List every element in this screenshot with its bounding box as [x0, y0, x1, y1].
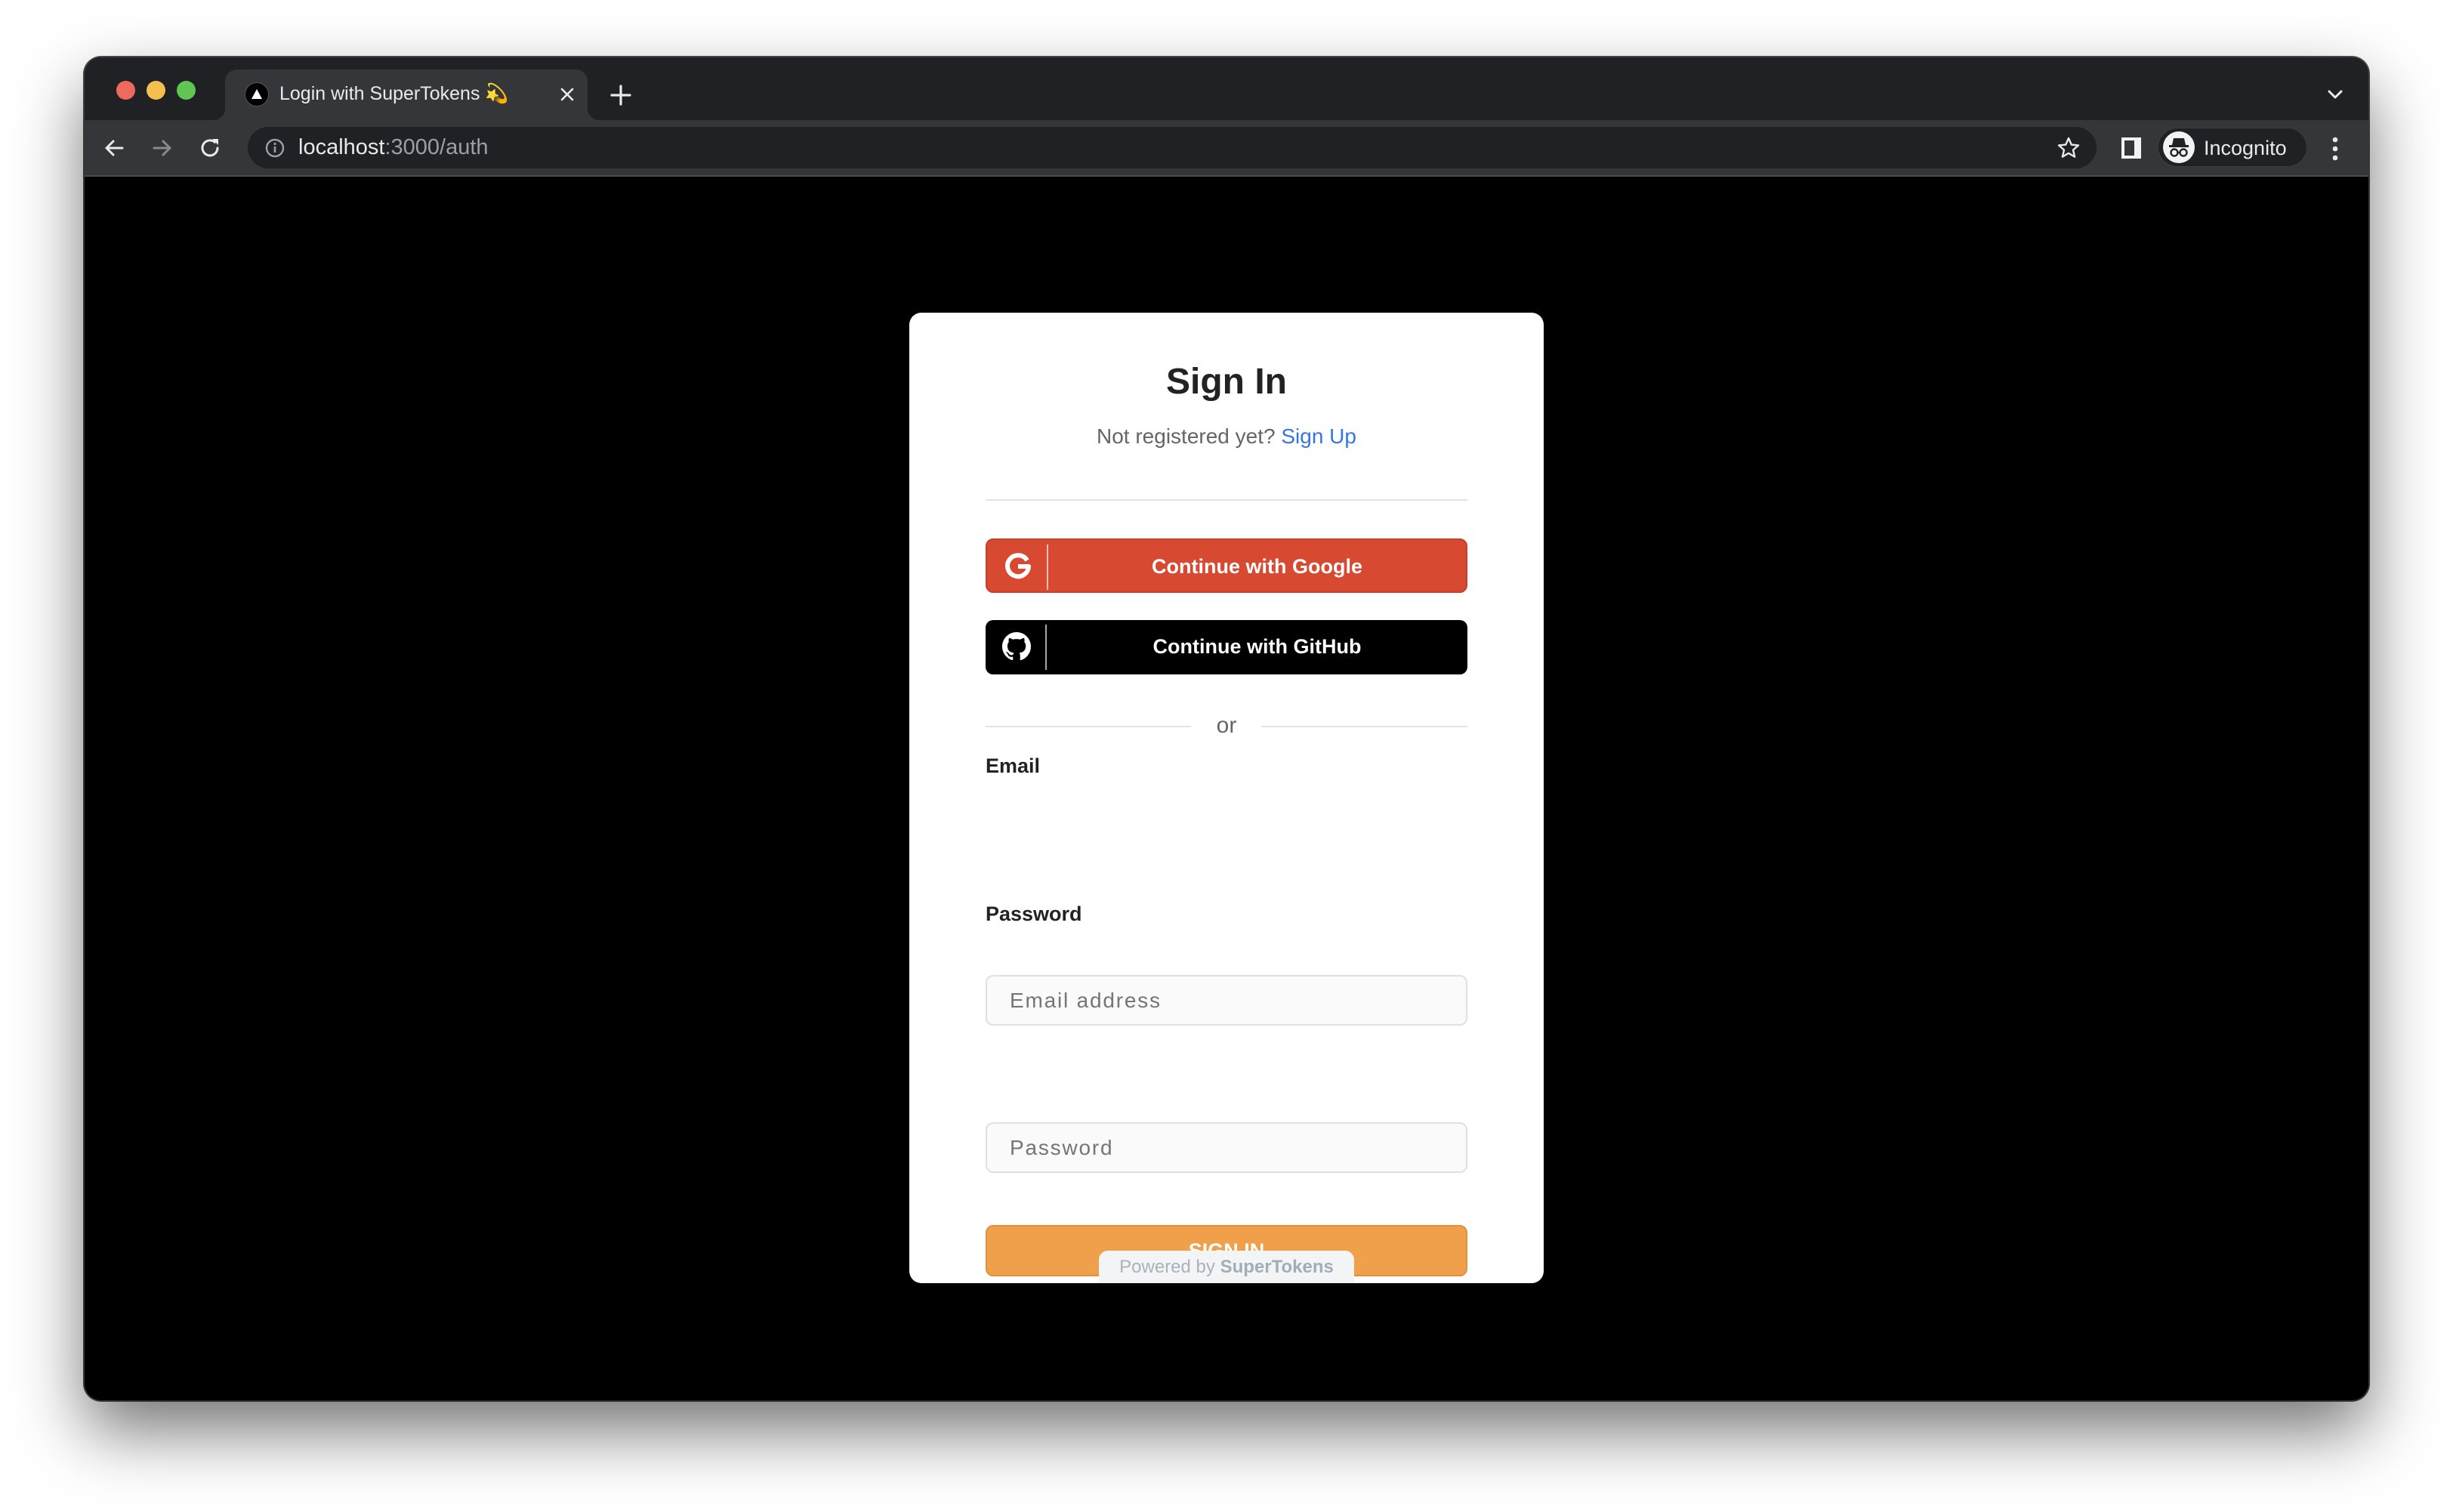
password-label: Password — [986, 903, 1082, 925]
info-icon[interactable] — [264, 137, 285, 159]
powered-by-brand: SuperTokens — [1220, 1257, 1334, 1277]
close-window-button[interactable] — [116, 81, 135, 100]
profile-button[interactable]: Incognito — [2158, 128, 2307, 167]
profile-label: Incognito — [2204, 137, 2287, 159]
reload-icon[interactable] — [198, 135, 224, 161]
incognito-icon — [2163, 131, 2195, 163]
email-label: Email — [986, 754, 1041, 777]
url-text[interactable]: localhost:3000/auth — [298, 135, 489, 160]
page-viewport: Sign In Not registered yet? Sign Up Cont… — [85, 177, 2368, 1400]
chevron-down-icon[interactable] — [2325, 88, 2346, 103]
maximize-window-button[interactable] — [177, 81, 196, 100]
kebab-menu-icon[interactable] — [2328, 135, 2343, 162]
arrow-right-icon[interactable] — [150, 135, 175, 161]
tab-strip: Login with SuperTokens 💫 — [85, 57, 2368, 120]
close-tab-icon[interactable] — [557, 85, 577, 104]
tab-title: Login with SuperTokens 💫 — [279, 83, 509, 104]
email-input[interactable] — [986, 975, 1467, 1026]
header-divider — [986, 499, 1467, 501]
browser-toolbar: localhost:3000/auth Incognito — [85, 120, 2368, 177]
arrow-left-icon[interactable] — [101, 135, 127, 161]
continue-with-google-button[interactable]: Continue with Google — [986, 538, 1467, 593]
github-icon — [1002, 632, 1031, 661]
sign-in-card: Sign In Not registered yet? Sign Up Cont… — [909, 313, 1544, 1283]
github-button-label: Continue with GitHub — [1152, 635, 1362, 658]
minimize-window-button[interactable] — [147, 81, 165, 100]
or-divider: or — [986, 711, 1467, 742]
google-button-label: Continue with Google — [1152, 555, 1362, 578]
powered-by-badge[interactable]: Powered by SuperTokens — [1099, 1251, 1354, 1283]
password-input[interactable] — [986, 1122, 1467, 1173]
continue-with-github-button[interactable]: Continue with GitHub — [986, 620, 1467, 674]
page-title: Sign In — [1166, 362, 1287, 402]
address-bar[interactable]: localhost:3000/auth — [248, 127, 2097, 168]
browser-window: Login with SuperTokens 💫 localhost:3000/… — [85, 57, 2368, 1400]
powered-by-text: Powered by — [1119, 1257, 1215, 1277]
signup-prompt-text: Not registered yet? — [1097, 424, 1276, 448]
plus-icon[interactable] — [609, 83, 633, 107]
signup-prompt: Not registered yet? Sign Up — [909, 424, 1544, 449]
sign-up-link[interactable]: Sign Up — [1281, 424, 1356, 448]
url-path: :3000/auth — [384, 135, 489, 159]
google-icon — [1004, 552, 1032, 581]
side-panel-icon[interactable] — [2121, 137, 2142, 159]
active-tab[interactable]: Login with SuperTokens 💫 — [213, 69, 600, 120]
triangle-logo-icon — [245, 82, 269, 106]
divider-line-right — [1261, 726, 1467, 727]
star-icon[interactable] — [2057, 136, 2081, 160]
url-host: localhost — [298, 135, 385, 159]
